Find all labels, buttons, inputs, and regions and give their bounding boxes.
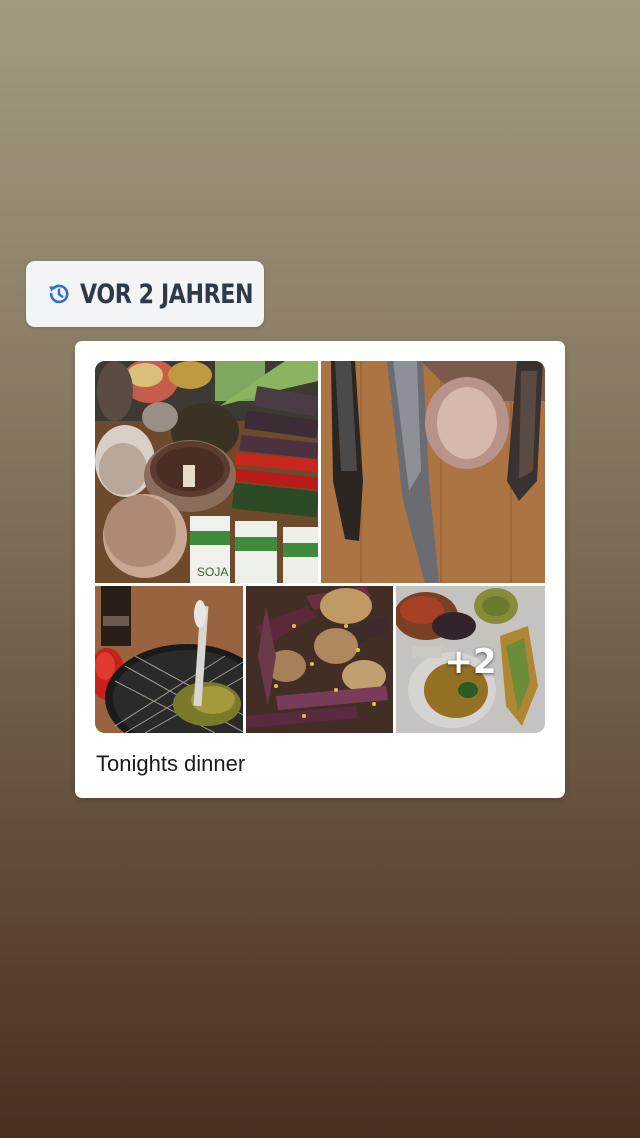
history-icon bbox=[46, 281, 72, 307]
photo-grid: SOJA +2 bbox=[95, 361, 545, 733]
plate-photo[interactable] bbox=[95, 586, 243, 733]
roasted-vegetables-photo[interactable] bbox=[246, 586, 393, 733]
more-photos-count: +2 bbox=[444, 642, 497, 682]
svg-text:SOJA: SOJA bbox=[197, 565, 228, 579]
purple-carrots-photo[interactable] bbox=[321, 361, 545, 583]
vegetables-photo[interactable]: SOJA bbox=[95, 361, 318, 583]
post-caption: Tonights dinner bbox=[96, 751, 246, 776]
post-card[interactable]: SOJA +2 Tonights dinner bbox=[75, 341, 565, 798]
memory-label: VOR 2 JAHREN bbox=[80, 278, 254, 310]
more-photos-overlay: +2 bbox=[396, 586, 545, 733]
served-dish-photo[interactable]: +2 bbox=[396, 586, 545, 733]
memory-badge[interactable]: VOR 2 JAHREN bbox=[26, 261, 264, 327]
